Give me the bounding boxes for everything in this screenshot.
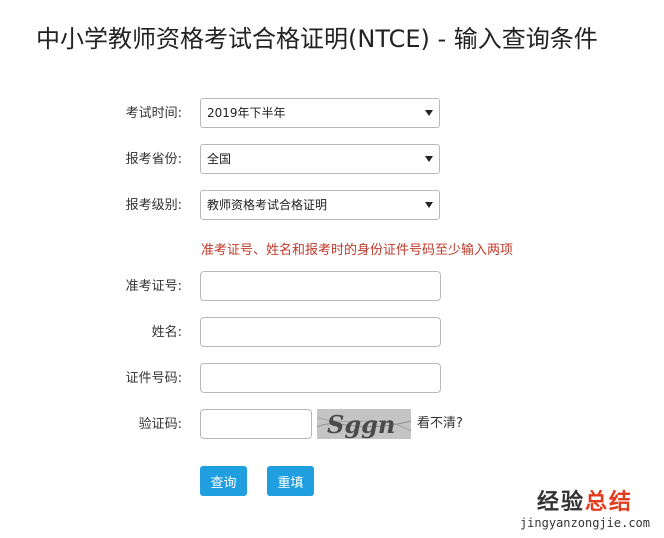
level-selected-value: 教师资格考试合格证明 [207, 198, 328, 212]
level-label: 报考级别: [125, 198, 182, 213]
captcha-row: 验证码: Sggn 看不清? [0, 409, 664, 441]
name-row: 姓名: [0, 317, 664, 349]
watermark-prefix: 经验 [536, 490, 585, 515]
province-select[interactable]: 全国 [200, 144, 440, 174]
admission-number-row: 准考证号: [0, 271, 664, 303]
captcha-image[interactable]: Sggn [317, 409, 411, 439]
level-select[interactable]: 教师资格考试合格证明 [200, 190, 440, 220]
watermark-url: jingyanzongjie.com [519, 516, 650, 530]
admission-number-label: 准考证号: [125, 279, 182, 294]
level-row: 报考级别: 教师资格考试合格证明 [0, 190, 664, 222]
name-input[interactable] [200, 317, 441, 347]
refresh-captcha-link[interactable]: 看不清? [417, 409, 463, 439]
exam-time-row: 考试时间: 2019年下半年 [0, 98, 664, 130]
watermark-logo: 经验总结 jingyanzongjie.com [520, 490, 650, 530]
reset-button[interactable]: 重填 [267, 466, 314, 496]
input-requirement-notice: 准考证号、姓名和报考时的身份证件号码至少输入两项 [201, 243, 514, 258]
page-title: 中小学教师资格考试合格证明(NTCE) - 输入查询条件 [36, 25, 598, 53]
captcha-input[interactable] [200, 409, 312, 439]
province-selected-value: 全国 [207, 152, 232, 166]
exam-time-select[interactable]: 2019年下半年 [200, 98, 440, 128]
id-number-label: 证件号码: [125, 371, 182, 386]
watermark-accent: 总结 [584, 490, 633, 515]
id-number-input[interactable] [200, 363, 441, 393]
captcha-text: Sggn [327, 410, 395, 439]
exam-time-label: 考试时间: [125, 106, 182, 121]
name-label: 姓名: [151, 325, 182, 340]
province-label: 报考省份: [125, 152, 182, 167]
chevron-down-icon [425, 156, 433, 162]
exam-time-selected-value: 2019年下半年 [207, 106, 286, 120]
query-button[interactable]: 查询 [200, 466, 247, 496]
id-number-row: 证件号码: [0, 363, 664, 395]
chevron-down-icon [425, 110, 433, 116]
admission-number-input[interactable] [200, 271, 441, 301]
chevron-down-icon [425, 202, 433, 208]
watermark-title: 经验总结 [520, 490, 650, 516]
province-row: 报考省份: 全国 [0, 144, 664, 176]
captcha-label: 验证码: [138, 417, 182, 432]
